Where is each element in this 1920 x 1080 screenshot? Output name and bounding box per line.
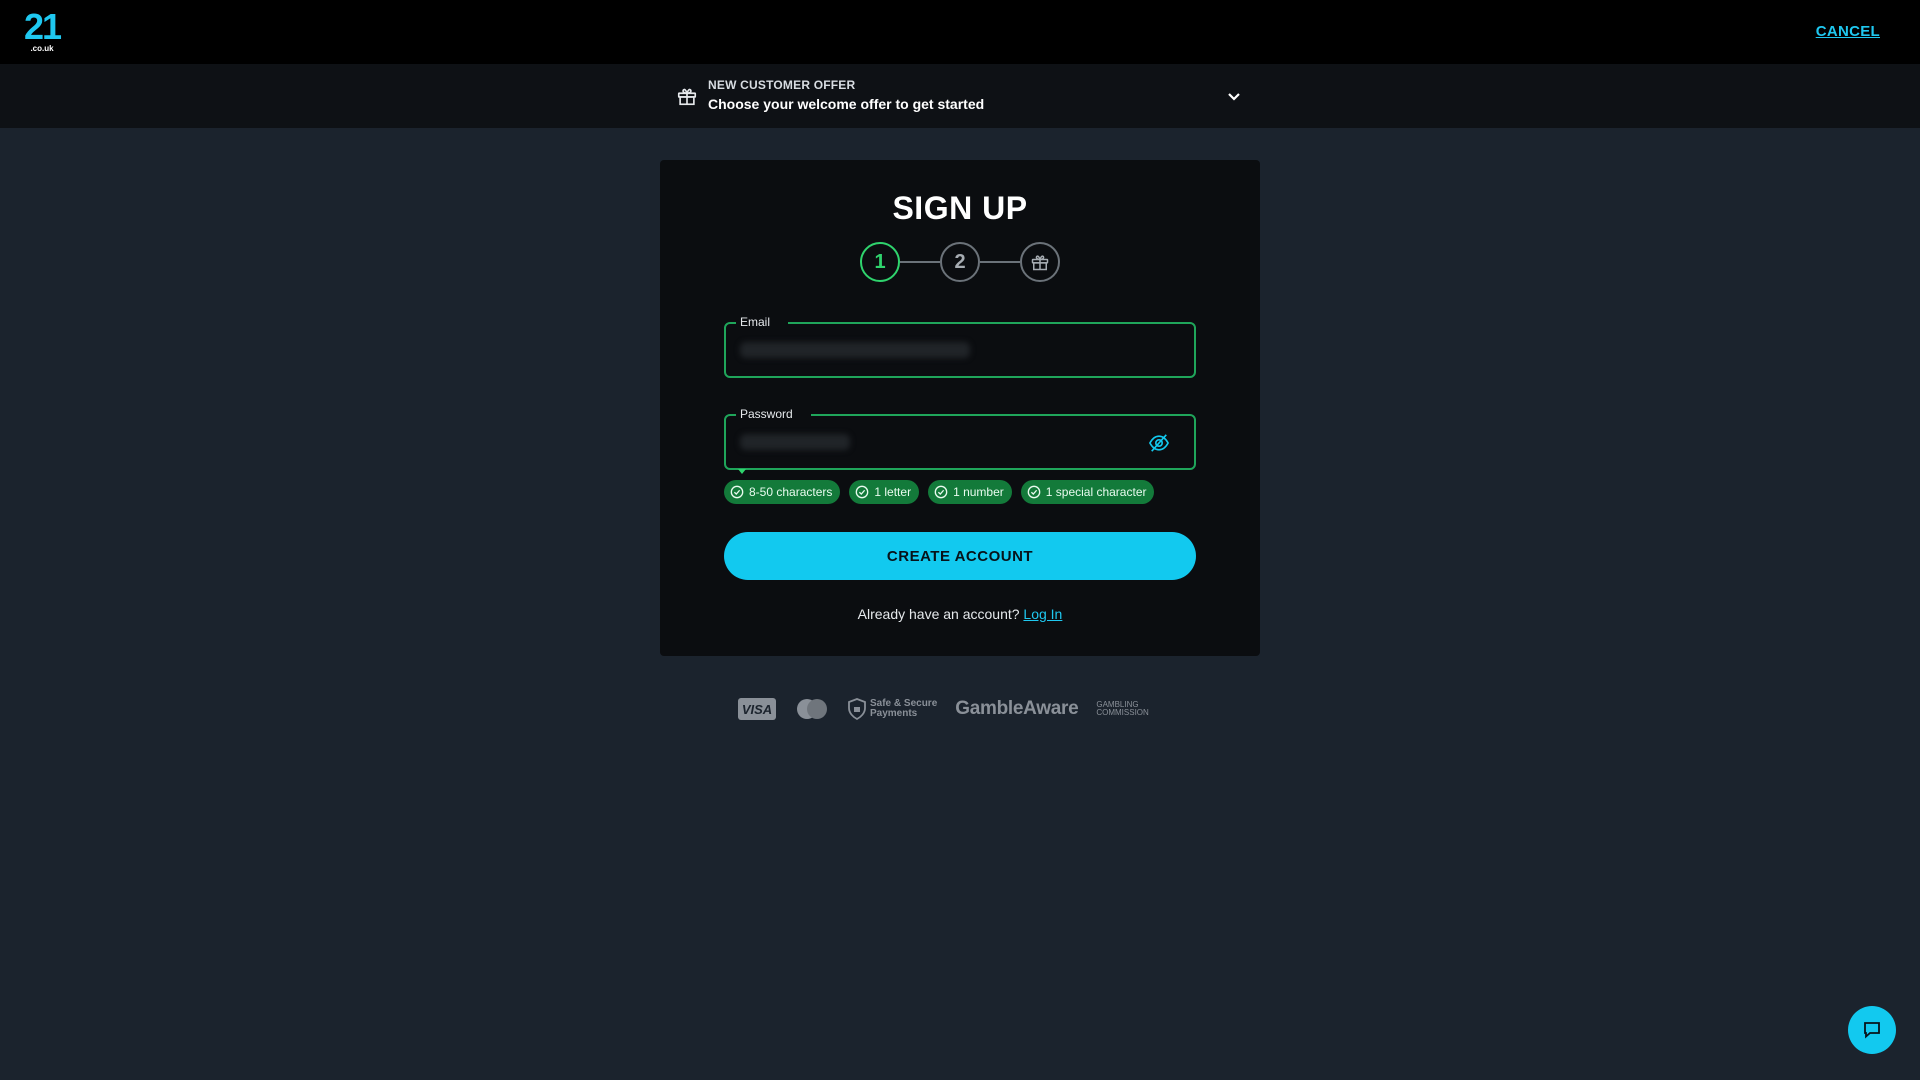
check-circle-icon: [1027, 485, 1041, 499]
page-title: SIGN UP: [892, 190, 1028, 226]
safe-secure-payments-logo: Safe & Secure Payments: [848, 698, 937, 720]
check-circle-icon: [856, 485, 869, 499]
requirement-badge: 1 letter: [849, 480, 920, 504]
requirement-text: 1 letter: [874, 485, 912, 499]
email-label: Email: [736, 315, 789, 329]
create-account-button[interactable]: CREATE ACCOUNT: [724, 532, 1196, 580]
gift-icon: [677, 88, 697, 106]
mastercard-logo: [797, 699, 827, 719]
logo-number: 21: [23, 6, 62, 47]
gift-icon: [1031, 255, 1049, 271]
gambling-commission-logo: Gambling Commission: [1096, 701, 1148, 717]
requirements-pointer: [738, 469, 746, 474]
offer-title: Choose your welcome offer to get started: [708, 96, 985, 112]
chat-button[interactable]: [1848, 1006, 1896, 1054]
password-field[interactable]: Password: [724, 407, 1196, 474]
offer-bar: NEW CUSTOMER OFFER Choose your welcome o…: [0, 64, 1920, 128]
step-connector: [900, 261, 940, 263]
top-bar: 21 .co.uk CANCEL: [0, 0, 1920, 64]
chevron-down-icon[interactable]: [1224, 86, 1244, 106]
offer-dropdown[interactable]: NEW CUSTOMER OFFER Choose your welcome o…: [676, 64, 1244, 128]
step-indicator: 1 2: [860, 242, 1060, 284]
check-circle-icon: [730, 485, 744, 499]
signup-card: SIGN UP 1 2 Email Password 8-50 characte…: [660, 160, 1260, 656]
password-label: Password: [736, 407, 811, 421]
requirement-text: 1 special character: [1045, 485, 1147, 499]
requirement-badge: 1 special character: [1020, 480, 1155, 504]
safe-secure-line2: Payments: [870, 708, 918, 719]
requirement-text: 1 number: [953, 485, 1004, 499]
login-prompt-row: Already have an account? Log In: [660, 606, 1260, 622]
requirement-text: 8-50 characters: [749, 485, 833, 499]
visa-logo: VISA: [738, 698, 776, 720]
check-circle-icon: [934, 485, 948, 499]
email-value-redacted: [740, 342, 970, 358]
trust-logos: VISA Safe & Secure Payments GambleAware …: [738, 692, 1188, 726]
login-link[interactable]: Log In: [1023, 606, 1062, 622]
password-value-redacted: [740, 434, 850, 450]
gambleaware-logo: GambleAware: [955, 698, 1079, 719]
commission-line2: Commission: [1096, 708, 1149, 717]
step-3-gift: [1020, 242, 1060, 282]
eye-slash-icon[interactable]: [1148, 433, 1170, 453]
shield-icon: [848, 698, 866, 720]
step-connector: [980, 261, 1020, 263]
cancel-link[interactable]: CANCEL: [1816, 23, 1880, 40]
offer-tag: NEW CUSTOMER OFFER: [708, 78, 856, 92]
step-1: 1: [860, 242, 900, 282]
requirement-badge: 1 number: [928, 480, 1012, 504]
requirement-badge: 8-50 characters: [724, 480, 841, 504]
password-requirements: 8-50 characters 1 letter 1 number 1 spec…: [724, 480, 1155, 504]
login-prompt: Already have an account?: [857, 606, 1020, 622]
email-field[interactable]: Email: [724, 315, 1196, 378]
site-logo[interactable]: 21 .co.uk: [22, 6, 62, 53]
chat-icon: [1864, 1022, 1880, 1039]
step-2: 2: [940, 242, 980, 282]
